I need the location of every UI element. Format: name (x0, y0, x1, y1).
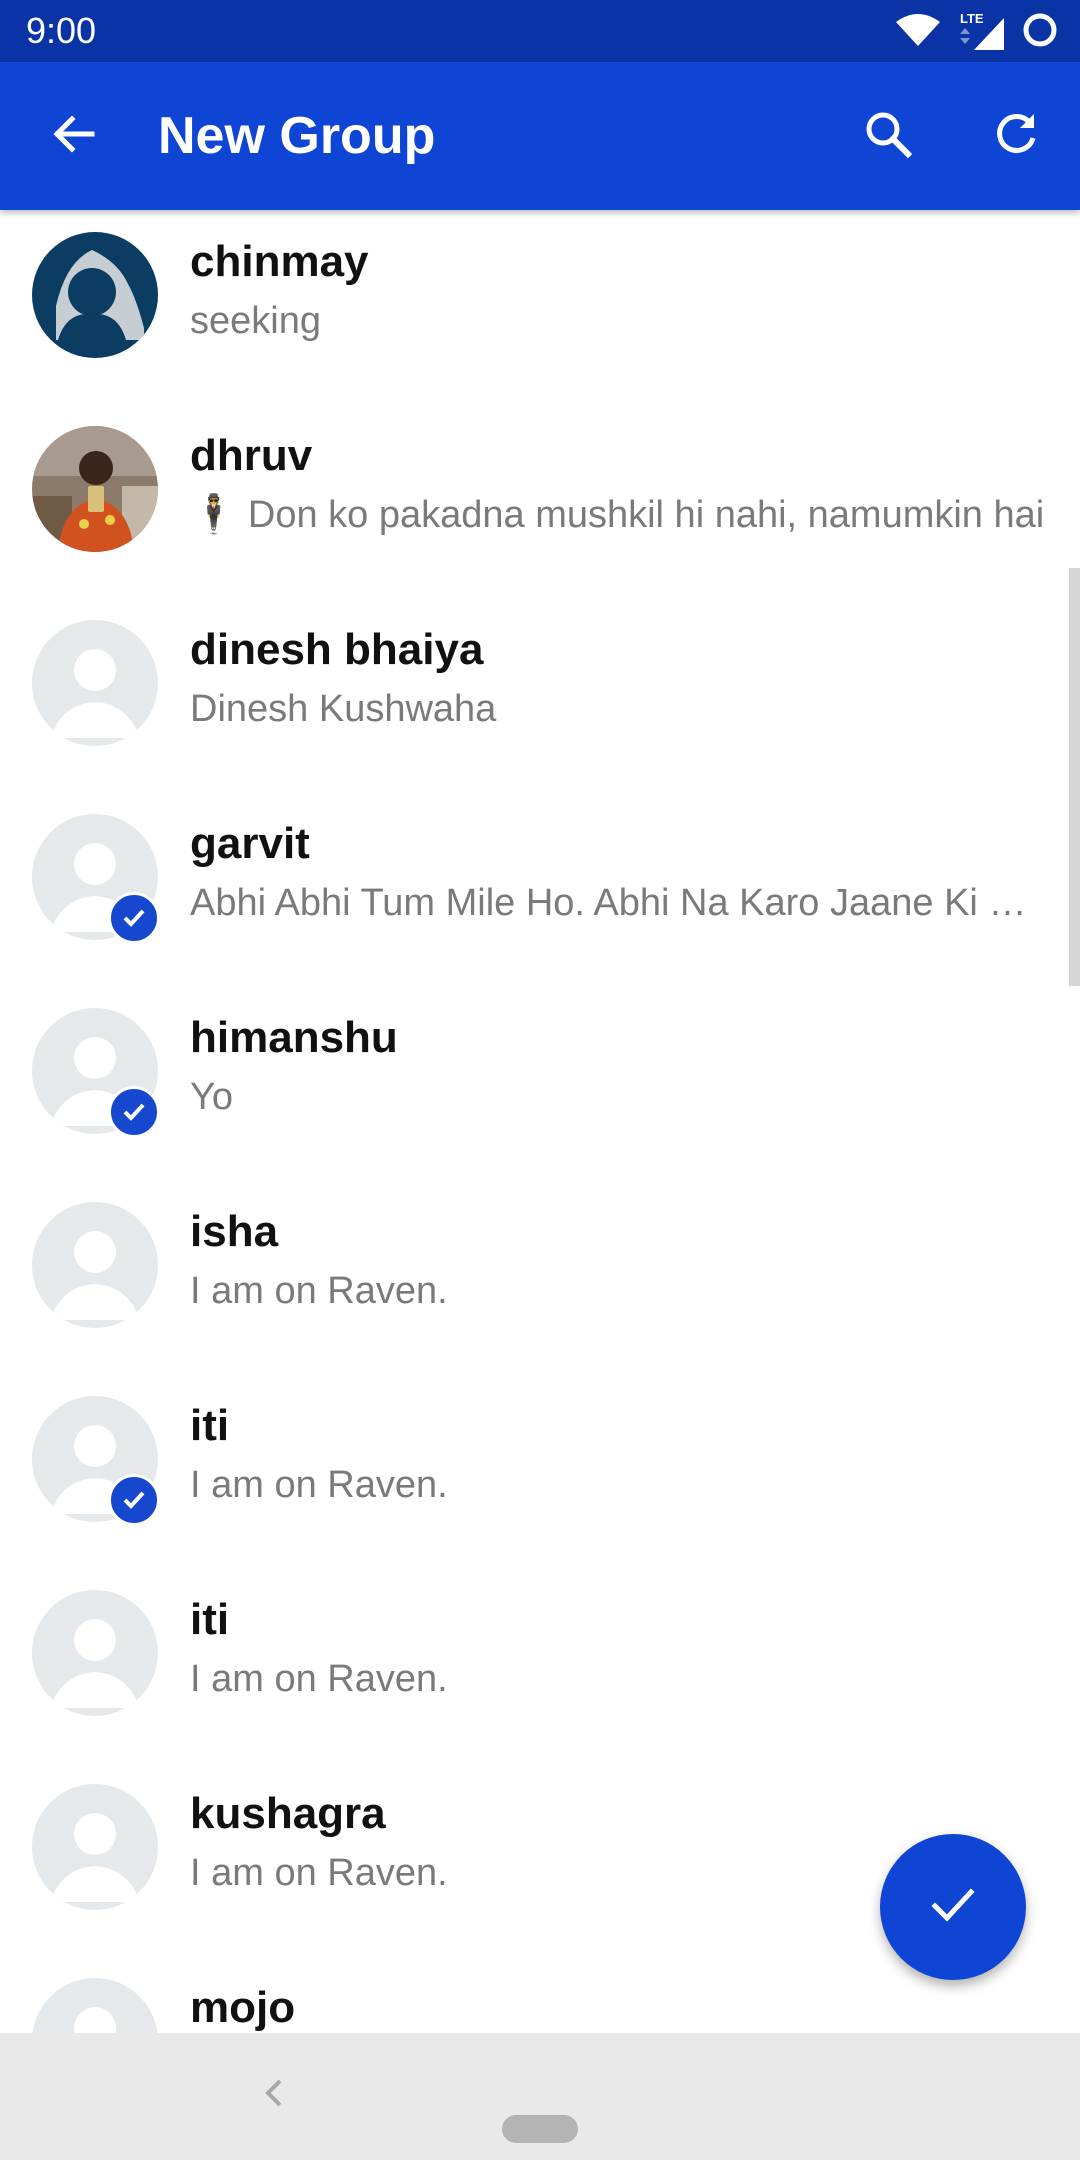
contact-row[interactable]: iti I am on Raven. (0, 1568, 1080, 1762)
contact-status: seeking (190, 300, 321, 342)
avatar-photo (32, 426, 158, 552)
check-icon (925, 1877, 981, 1938)
contact-status: Yo (190, 1076, 233, 1118)
nav-back-icon (262, 2077, 286, 2114)
contact-name: isha (190, 1207, 279, 1256)
contact-status: I am on Raven. (190, 1658, 448, 1700)
home-pill-icon[interactable] (502, 2115, 578, 2143)
status-time: 9:00 (26, 10, 97, 51)
app-bar: New Group (0, 62, 1080, 210)
search-button[interactable] (856, 104, 920, 168)
contact-row-selected[interactable]: garvit Abhi Abhi Tum Mile Ho. Abhi Na Ka… (0, 792, 1080, 986)
page-title: New Group (158, 107, 436, 165)
contact-row[interactable]: dinesh bhaiya Dinesh Kushwaha (0, 598, 1080, 792)
contact-name: dinesh bhaiya (190, 625, 484, 674)
confirm-fab-button[interactable] (880, 1834, 1026, 1980)
contact-row[interactable]: chinmay seeking (0, 210, 1080, 404)
battery-icon (1020, 10, 1060, 55)
contact-name: kushagra (190, 1789, 386, 1838)
contact-name: iti (190, 1401, 230, 1450)
list-scrollbar[interactable] (1069, 568, 1080, 986)
wifi-icon (894, 12, 942, 53)
default-avatar (32, 1784, 158, 1910)
arrow-back-icon (50, 110, 98, 163)
selected-check-icon (108, 892, 160, 944)
contact-status: I am on Raven. (190, 1464, 448, 1506)
contact-name: iti (190, 1595, 230, 1644)
lte-signal-icon: LTE (956, 12, 1006, 52)
nav-back-button[interactable] (256, 2077, 292, 2113)
contact-status: 🕴 Don ko pakadna mushkil hi nahi, namumk… (190, 494, 1045, 536)
refresh-icon (990, 108, 1042, 165)
default-avatar (32, 1978, 158, 2033)
contact-name: mojo (190, 1983, 296, 2032)
back-button[interactable] (42, 104, 106, 168)
status-icons: LTE (894, 10, 1060, 54)
default-avatar (32, 1590, 158, 1716)
search-icon (862, 108, 914, 165)
contact-row[interactable]: dhruv 🕴 Don ko pakadna mushkil hi nahi, … (0, 404, 1080, 598)
avatar (32, 232, 158, 358)
selected-check-icon (108, 1086, 160, 1138)
contact-row[interactable]: isha I am on Raven. (0, 1180, 1080, 1374)
contact-row-selected[interactable]: iti I am on Raven. (0, 1374, 1080, 1568)
default-avatar (32, 1202, 158, 1328)
contact-status: Abhi Abhi Tum Mile Ho. Abhi Na Karo Jaan… (190, 882, 1045, 924)
contact-name: dhruv (190, 431, 313, 480)
refresh-button[interactable] (984, 104, 1048, 168)
contact-name: himanshu (190, 1013, 398, 1062)
selected-check-icon (108, 1474, 160, 1526)
system-nav-bar (0, 2033, 1080, 2160)
contact-name: chinmay (190, 237, 369, 286)
contact-list[interactable]: chinmay seeking dhruv 🕴 Don ko pakadna m… (0, 210, 1080, 2033)
contact-name: garvit (190, 819, 310, 868)
contact-status: I am on Raven. (190, 1270, 448, 1312)
contact-row-selected[interactable]: himanshu Yo (0, 986, 1080, 1180)
contact-status: Dinesh Kushwaha (190, 688, 497, 730)
new-group-screen: 9:00 LTE New Group chinmay seeking dhruv… (0, 0, 1080, 2160)
default-avatar (32, 620, 158, 746)
status-bar: 9:00 LTE (0, 0, 1080, 62)
